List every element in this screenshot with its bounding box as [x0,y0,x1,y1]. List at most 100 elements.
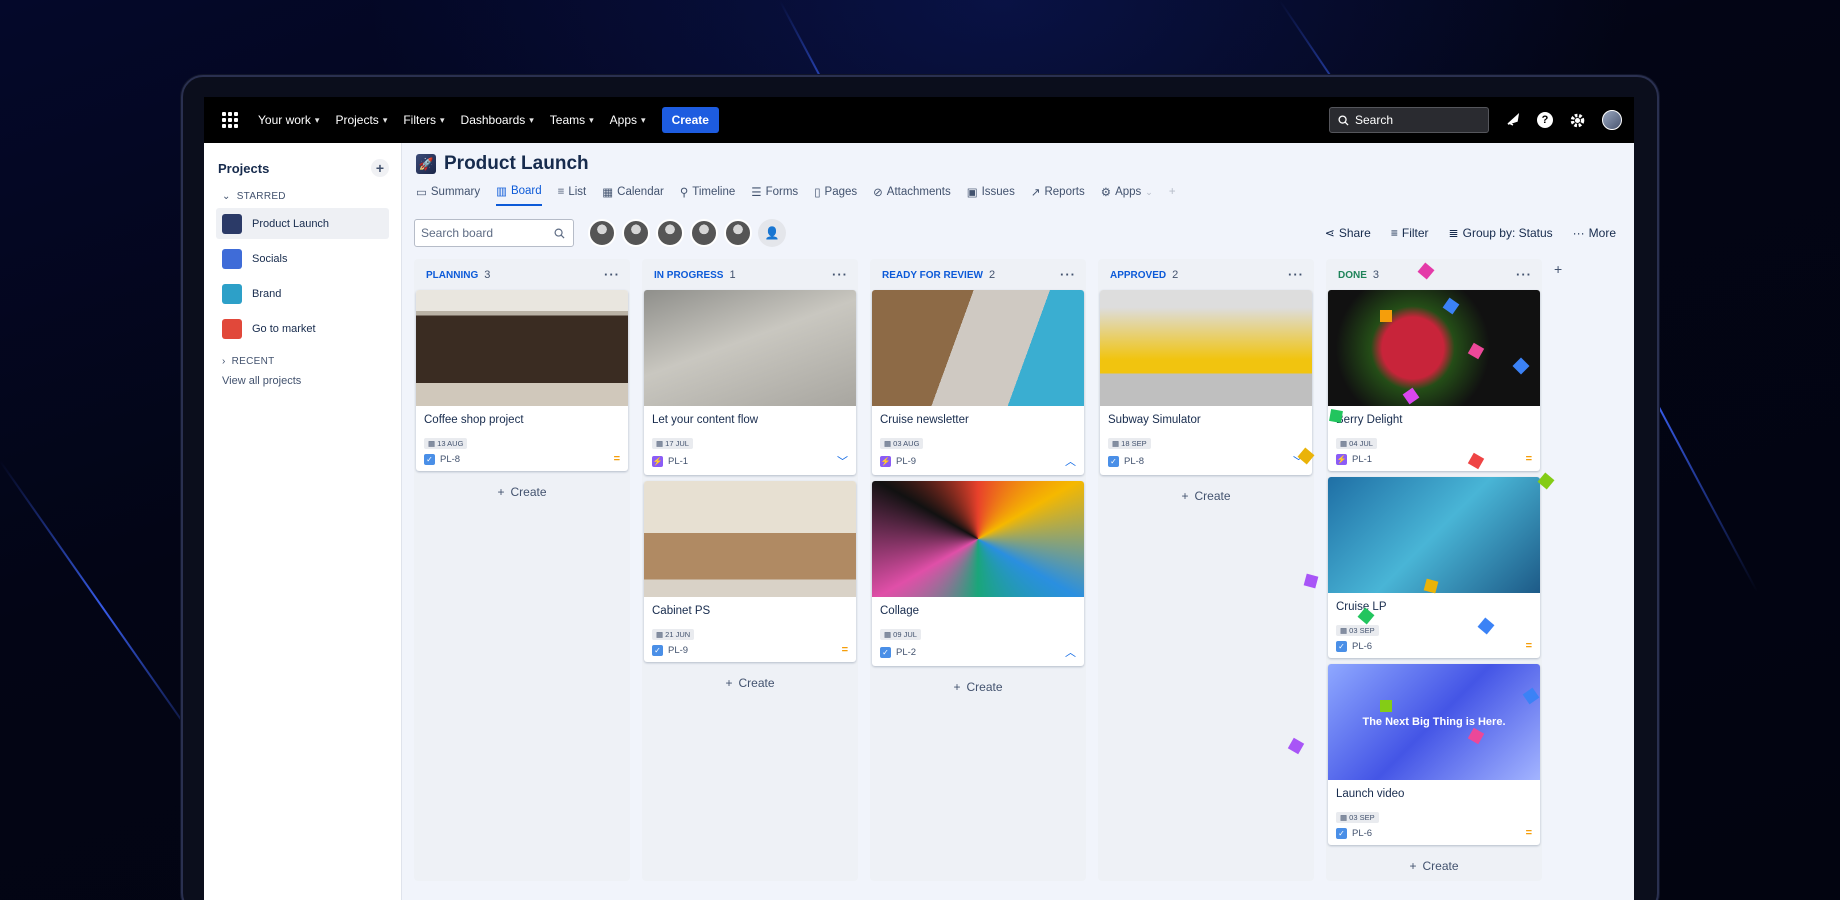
avatar[interactable] [622,219,650,247]
add-tab-button[interactable]: + [1169,184,1176,206]
card-date: ▦ 04 JUL [1336,438,1377,449]
more-icon[interactable]: ··· [1060,267,1076,282]
card-image [1328,477,1540,593]
tab-summary[interactable]: ▭ Summary [416,184,480,206]
card-title: Berry Delight [1336,414,1403,426]
starred-section[interactable]: ⌄ STARRED [222,191,389,202]
card-title: Subway Simulator [1108,414,1201,426]
sidebar: Projects + ⌄ STARRED Product Launch Social… [204,143,402,900]
add-project-button[interactable]: + [371,159,389,177]
sidebar-item-brand[interactable]: Brand [216,278,389,309]
tab-reports[interactable]: ↗ Reports [1031,184,1085,206]
tab-pages[interactable]: ▯ Pages [814,184,857,206]
card-date: ▦ 13 AUG [424,438,468,449]
chevron-right-icon: › [222,356,226,367]
nav-teams[interactable]: Teams ▾ [550,113,594,127]
chevron-down-icon: ▾ [529,114,534,125]
group-by-button[interactable]: ≣ Group by: Status [1449,226,1553,240]
board-card[interactable]: Let your content flow ▦ 17 JUL ⚡ PL-1 ﹀ [644,290,856,475]
more-icon[interactable]: ··· [832,267,848,282]
nav-dashboards[interactable]: Dashboards ▾ [461,113,534,127]
settings-icon[interactable] [1569,112,1586,129]
user-avatar[interactable] [1602,110,1622,130]
add-column-button[interactable]: + [1554,259,1562,881]
card-title: Launch video [1336,788,1405,800]
share-button[interactable]: ⋖ Share [1325,226,1371,240]
chevron-down-icon: ⌄ [1145,186,1153,197]
sidebar-item-socials[interactable]: Socials [216,243,389,274]
avatar[interactable] [588,219,616,247]
chevron-down-icon: ▾ [641,114,646,125]
tab-forms[interactable]: ☰ Forms [751,184,798,206]
chevron-down-icon: ▾ [440,114,445,125]
tab-attachments[interactable]: ⊘ Attachments [873,184,951,206]
tab-timeline[interactable]: ⚲ Timeline [680,184,735,206]
card-date: ▦ 03 SEP [1336,812,1379,823]
column-create-button[interactable]: + Create [1328,851,1540,881]
priority-medium-icon: = [841,644,848,656]
avatar[interactable] [724,219,752,247]
reports-icon: ↗ [1030,187,1041,199]
board-card[interactable]: Berry Delight ▦ 04 JUL ⚡ PL-1 = [1328,290,1540,471]
tab-board[interactable]: ▥ Board [496,184,542,206]
card-title: Cruise newsletter [880,414,969,426]
column-create-button[interactable]: + Create [416,477,628,507]
nav-label: Your work [258,113,311,127]
top-nav: Your work ▾ Projects ▾ Filters ▾ Dashboards… [204,97,1634,143]
add-people-icon[interactable]: 👤 [758,219,786,247]
board-card[interactable]: Cruise newsletter ▦ 03 AUG ⚡ PL-9 ︿ [872,290,1084,475]
avatar[interactable] [656,219,684,247]
search-input[interactable]: Search [1329,107,1489,133]
nav-apps[interactable]: Apps ▾ [610,113,646,127]
board-card[interactable]: Collage ▦ 09 JUL ✓ PL-2 ︿ [872,481,1084,666]
create-label: Create [738,676,775,690]
board-card[interactable]: Cruise LP ▦ 03 SEP ✓ PL-6 = [1328,477,1540,658]
board-card[interactable]: Coffee shop project ▦ 13 AUG ✓ PL-8 = [416,290,628,471]
board-column: APPROVED 2 ··· Subway Simulator ▦ 18 SEP ✓ P… [1098,259,1314,881]
create-button[interactable]: Create [661,107,719,133]
column-header[interactable]: IN PROGRESS 1 ··· [644,267,856,290]
recent-section[interactable]: › RECENT [222,356,389,367]
more-button[interactable]: ··· More [1573,226,1616,240]
card-title: Collage [880,605,919,617]
column-name: READY FOR REVIEW [882,269,983,281]
more-icon[interactable]: ··· [1288,267,1304,282]
nav-filters[interactable]: Filters ▾ [403,113,444,127]
nav-label: Projects [335,113,379,127]
column-header[interactable]: PLANNING 3 ··· [416,267,628,290]
tab-label: Timeline [692,186,736,198]
help-icon[interactable]: ? [1537,112,1553,128]
notifications-icon[interactable] [1505,112,1521,128]
column-count: 3 [484,268,491,281]
nav-your-work[interactable]: Your work ▾ [258,113,319,127]
column-header[interactable]: READY FOR REVIEW 2 ··· [872,267,1084,290]
nav-projects[interactable]: Projects ▾ [335,113,387,127]
more-icon[interactable]: ··· [604,267,620,282]
tab-list[interactable]: ≡ List [558,184,587,206]
tab-calendar[interactable]: ▦ Calendar [602,184,664,206]
more-icon[interactable]: ··· [1516,267,1532,282]
task-check-icon: ✓ [652,644,663,656]
board-toolbar: Search board 👤 ⋖ Share ≡ Filter ≣ Group by:… [414,219,1622,247]
board-card[interactable]: The Next Big Thing is Here. Launch video … [1328,664,1540,845]
sidebar-item-label: Brand [252,287,282,300]
filter-button[interactable]: ≡ Filter [1391,226,1429,240]
search-board-input[interactable]: Search board [414,219,574,247]
task-check-icon: ✓ [1336,827,1347,839]
sidebar-item-product-launch[interactable]: Product Launch [216,208,389,239]
column-create-button[interactable]: + Create [1100,481,1312,511]
avatar[interactable] [690,219,718,247]
column-name: PLANNING [426,269,479,281]
column-create-button[interactable]: + Create [872,672,1084,702]
tab-apps[interactable]: ⚙ Apps ⌄ [1101,184,1153,206]
column-header[interactable]: APPROVED 2 ··· [1100,267,1312,290]
tab-issues[interactable]: ▣ Issues [967,184,1015,206]
app-switcher-icon[interactable] [222,112,238,128]
view-all-projects-link[interactable]: View all projects [222,375,389,387]
board-column: DONE 3 ··· Berry Delight ▦ 04 JUL ⚡ PL-1 = Cr… [1326,259,1542,881]
project-tabs: ▭ Summary ▥ Board ≡ List ▦ Calendar ⚲ Timelin… [416,184,1622,207]
board-card[interactable]: Subway Simulator ▦ 18 SEP ✓ PL-8 ﹀ [1100,290,1312,475]
column-create-button[interactable]: + Create [644,668,856,698]
sidebar-item-go-to-market[interactable]: Go to market [216,313,389,344]
board-card[interactable]: Cabinet PS ▦ 21 JUN ✓ PL-9 = [644,481,856,662]
